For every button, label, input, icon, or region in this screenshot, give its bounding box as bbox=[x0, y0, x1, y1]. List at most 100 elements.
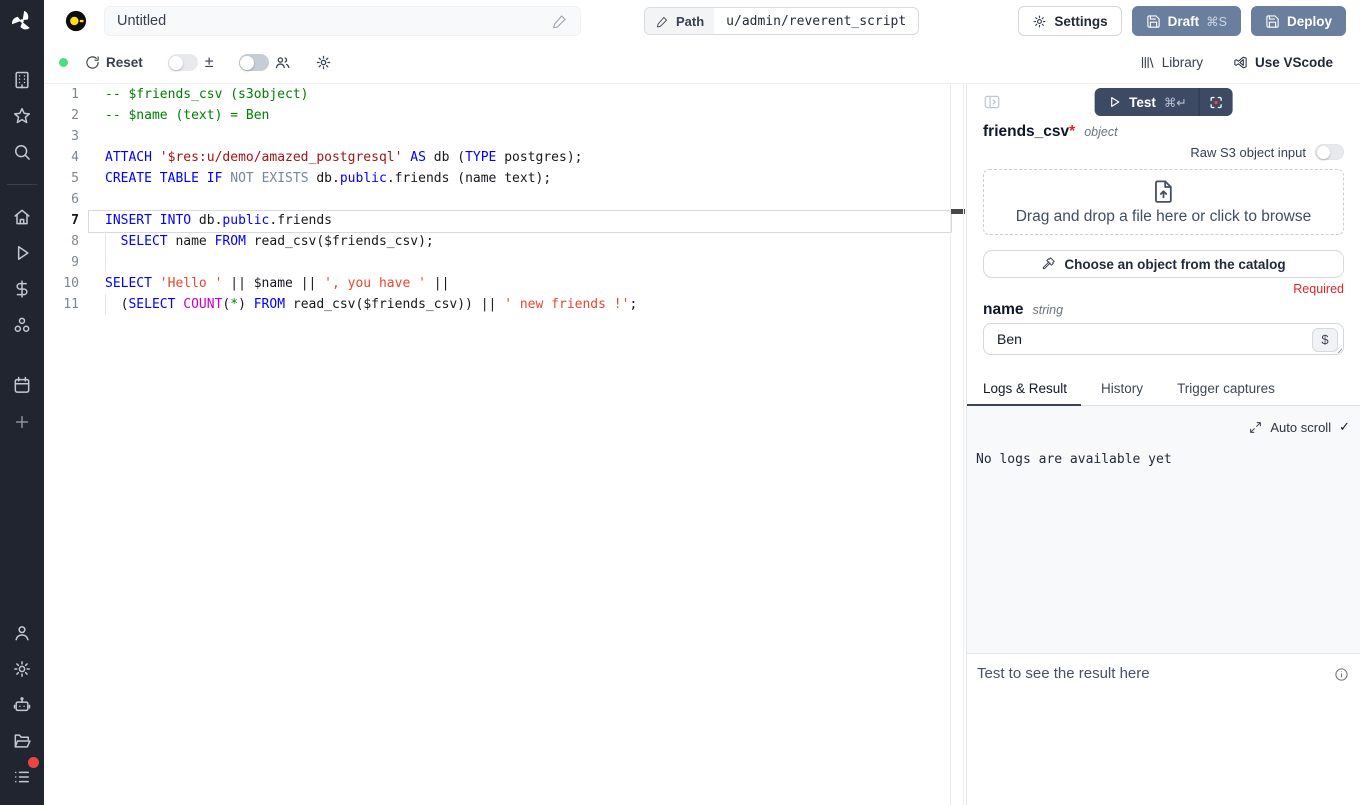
capture-test-button[interactable] bbox=[1199, 88, 1233, 116]
choose-object-button[interactable]: Choose an object from the catalog bbox=[983, 250, 1344, 278]
line-number: 1 bbox=[44, 84, 79, 105]
draft-label: Draft bbox=[1168, 14, 1200, 29]
plus-minus-icon: ± bbox=[205, 54, 214, 72]
duckdb-language-icon bbox=[65, 10, 87, 32]
folders-icon[interactable] bbox=[12, 731, 32, 751]
editor-toolbar: Reset ± Library Use VScode bbox=[44, 42, 1360, 84]
arg-friends-csv-header: friends_csv* object bbox=[983, 123, 1344, 141]
insert-variable-button[interactable]: $ bbox=[1312, 328, 1338, 352]
search-icon[interactable] bbox=[12, 142, 32, 162]
code-line-5[interactable]: 5CREATE TABLE IF NOT EXISTS db.public.fr… bbox=[44, 168, 966, 189]
collab-toggle[interactable] bbox=[239, 54, 269, 71]
result-tabs: Logs & Result History Trigger captures bbox=[967, 381, 1360, 406]
top-bar: Untitled Path u/admin/reverent_script Se… bbox=[44, 0, 1360, 42]
tab-trigger-captures[interactable]: Trigger captures bbox=[1177, 381, 1275, 405]
editor-settings-gear-icon[interactable] bbox=[315, 54, 332, 71]
path-value: u/admin/reverent_script bbox=[714, 8, 918, 34]
code-line-9[interactable]: 9 bbox=[44, 252, 966, 273]
line-number: 10 bbox=[44, 273, 79, 294]
windmill-logo[interactable] bbox=[9, 8, 35, 34]
favorites-star-icon[interactable] bbox=[12, 106, 32, 126]
deploy-button[interactable]: Deploy bbox=[1251, 6, 1346, 36]
path-label: Path bbox=[676, 14, 704, 29]
code-area: 1-- $friends_csv (s3object)2-- $name (te… bbox=[44, 84, 966, 315]
line-number: 9 bbox=[44, 252, 79, 273]
test-shortcut: ⌘↵ bbox=[1164, 95, 1187, 110]
reset-button[interactable]: Reset bbox=[85, 55, 143, 70]
home-icon[interactable] bbox=[12, 207, 32, 227]
autoscroll-checkmark[interactable]: ✓ bbox=[1339, 419, 1350, 435]
name-input-value: Ben bbox=[997, 331, 1022, 347]
users-icon bbox=[274, 54, 291, 71]
path-label-segment[interactable]: Path bbox=[645, 8, 714, 34]
required-hint: Required bbox=[983, 282, 1344, 298]
no-logs-message: No logs are available yet bbox=[976, 452, 1360, 467]
script-title: Untitled bbox=[117, 13, 166, 29]
add-plus-icon[interactable] bbox=[12, 412, 32, 432]
code-line-11[interactable]: 11 (SELECT COUNT(*) FROM read_csv($frien… bbox=[44, 294, 966, 315]
result-panel: Test to see the result here bbox=[967, 653, 1360, 805]
panel-collapse-icon[interactable] bbox=[983, 93, 1001, 111]
resources-icon[interactable] bbox=[12, 315, 32, 335]
draft-button[interactable]: Draft ⌘S bbox=[1132, 6, 1241, 36]
notification-dot bbox=[28, 757, 39, 768]
run-panel: Test ⌘↵ friends_csv* object Raw S3 objec… bbox=[966, 84, 1360, 805]
user-icon[interactable] bbox=[12, 623, 32, 643]
raw-s3-label: Raw S3 object input bbox=[1190, 145, 1306, 160]
arg-name-header: name string bbox=[983, 301, 1344, 319]
library-button[interactable]: Library bbox=[1140, 55, 1203, 70]
test-button-group: Test ⌘↵ bbox=[1094, 88, 1233, 116]
overview-ruler-edge bbox=[963, 84, 964, 805]
arg-type-label: object bbox=[1084, 125, 1117, 139]
code-line-2[interactable]: 2-- $name (text) = Ben bbox=[44, 105, 966, 126]
raw-s3-toggle[interactable] bbox=[1315, 144, 1344, 160]
vscode-label: Use VScode bbox=[1255, 55, 1333, 70]
diff-toggle[interactable] bbox=[168, 54, 198, 71]
deploy-label: Deploy bbox=[1287, 14, 1332, 29]
arg-name-label: friends_csv* bbox=[983, 123, 1075, 141]
info-icon[interactable] bbox=[1334, 667, 1349, 682]
reset-label: Reset bbox=[106, 55, 143, 70]
code-editor[interactable]: 1-- $friends_csv (s3object)2-- $name (te… bbox=[44, 84, 966, 805]
test-button[interactable]: Test ⌘↵ bbox=[1094, 95, 1199, 110]
ai-robot-icon[interactable] bbox=[12, 695, 32, 715]
schedules-calendar-icon[interactable] bbox=[12, 375, 32, 395]
code-line-8[interactable]: 8 SELECT name FROM read_csv($friends_csv… bbox=[44, 231, 966, 252]
expand-logs-icon[interactable] bbox=[1249, 421, 1262, 434]
code-line-4[interactable]: 4ATTACH '$res:u/demo/amazed_postgresql' … bbox=[44, 147, 966, 168]
dropzone-text: Drag and drop a file here or click to br… bbox=[1016, 208, 1312, 226]
path-chip[interactable]: Path u/admin/reverent_script bbox=[644, 7, 919, 35]
edit-title-pencil-icon[interactable] bbox=[552, 13, 568, 29]
variables-dollar-icon[interactable] bbox=[12, 279, 32, 299]
tab-history[interactable]: History bbox=[1101, 381, 1143, 405]
line-number: 6 bbox=[44, 189, 79, 210]
settings-gear-icon[interactable] bbox=[12, 659, 32, 679]
result-placeholder: Test to see the result here bbox=[977, 665, 1150, 682]
use-vscode-button[interactable]: Use VScode bbox=[1233, 55, 1333, 70]
arg-name-label: name bbox=[983, 301, 1024, 319]
queue-list-icon[interactable] bbox=[12, 767, 32, 787]
code-line-6[interactable]: 6 bbox=[44, 189, 966, 210]
runs-play-icon[interactable] bbox=[12, 243, 32, 263]
workspace-icon[interactable] bbox=[12, 70, 32, 90]
settings-button[interactable]: Settings bbox=[1018, 6, 1121, 36]
settings-label: Settings bbox=[1054, 14, 1107, 29]
required-asterisk: * bbox=[1069, 123, 1075, 140]
line-number: 11 bbox=[44, 294, 79, 315]
code-line-3[interactable]: 3 bbox=[44, 126, 966, 147]
line-number: 8 bbox=[44, 231, 79, 252]
line-number: 5 bbox=[44, 168, 79, 189]
code-line-10[interactable]: 10SELECT 'Hello ' || $name || ', you hav… bbox=[44, 273, 966, 294]
code-line-7[interactable]: 7INSERT INTO db.public.friends bbox=[44, 210, 966, 231]
script-title-input[interactable]: Untitled bbox=[104, 6, 581, 36]
line-number: 2 bbox=[44, 105, 79, 126]
tab-logs-result[interactable]: Logs & Result bbox=[983, 381, 1067, 405]
code-line-1[interactable]: 1-- $friends_csv (s3object) bbox=[44, 84, 966, 105]
file-dropzone[interactable]: Drag and drop a file here or click to br… bbox=[983, 169, 1344, 235]
line-number: 3 bbox=[44, 126, 79, 147]
choose-object-label: Choose an object from the catalog bbox=[1064, 257, 1285, 272]
autoscroll-label[interactable]: Auto scroll bbox=[1270, 420, 1331, 435]
sidebar-divider bbox=[7, 184, 37, 185]
arg-type-label: string bbox=[1033, 303, 1064, 317]
name-text-input[interactable]: Ben $ bbox=[983, 323, 1344, 355]
